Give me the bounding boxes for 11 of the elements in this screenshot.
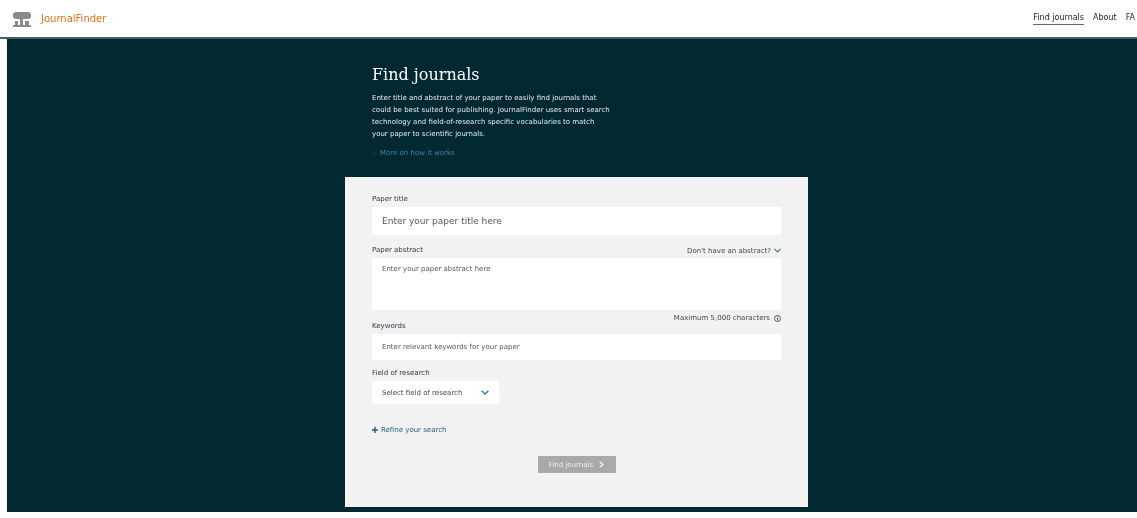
chevron-down-icon: [774, 248, 781, 253]
plus-icon: [372, 427, 378, 433]
nav-link[interactable]: About: [1093, 12, 1117, 25]
nav-link[interactable]: Find journals: [1033, 12, 1084, 25]
info-icon[interactable]: [774, 314, 781, 322]
chevron-right-icon: [599, 461, 605, 468]
chevron-down-icon: [481, 390, 489, 395]
page-title: Find journals: [372, 65, 481, 84]
title-input-field[interactable]: Enter your paper title here: [372, 207, 781, 235]
nav-link[interactable]: FA: [1125, 12, 1135, 25]
chevron-icon: [372, 150, 376, 156]
